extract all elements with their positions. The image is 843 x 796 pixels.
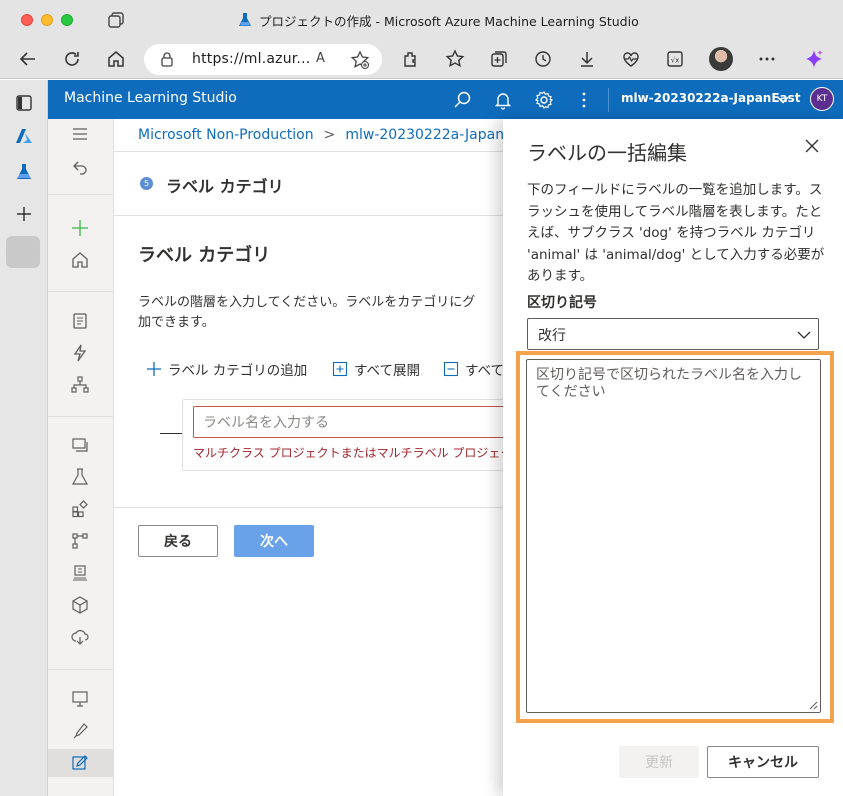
azure-tab-icon[interactable]	[12, 124, 36, 148]
plus-icon	[147, 362, 161, 376]
workspace-selector[interactable]: mlw-20230222a-JapanEast	[621, 91, 801, 105]
components-icon[interactable]	[69, 498, 91, 520]
models-cube-icon[interactable]	[69, 594, 91, 616]
history-icon[interactable]	[532, 48, 554, 70]
chevron-down-icon[interactable]	[776, 93, 790, 107]
breadcrumb-item[interactable]: Microsoft Non-Production	[138, 127, 314, 143]
chevron-down-icon	[797, 331, 811, 339]
step-number-badge: 5	[140, 177, 153, 190]
back-button[interactable]: 戻る	[138, 525, 218, 557]
reload-icon[interactable]	[61, 48, 83, 70]
collapse-all-button[interactable]: すべて	[443, 357, 503, 381]
automated-ml-icon[interactable]	[69, 342, 91, 364]
app-brand[interactable]: Machine Learning Studio	[64, 90, 237, 106]
flask-icon	[239, 13, 251, 26]
home-nav-icon[interactable]	[69, 249, 91, 271]
notifications-icon[interactable]	[493, 90, 513, 110]
add-favorite-icon[interactable]	[350, 50, 370, 70]
breadcrumb: Microsoft Non-Production > mlw-20230222a-J…	[138, 127, 503, 143]
lock-icon	[161, 52, 173, 67]
browser-toolbar: https://ml.azur... A √x	[0, 40, 843, 79]
close-window-button[interactable]	[21, 14, 33, 26]
home-icon[interactable]	[105, 48, 127, 70]
tree-connector	[160, 433, 182, 434]
separator-selected-value: 改行	[538, 328, 566, 344]
update-button[interactable]: 更新	[619, 746, 699, 778]
back-icon[interactable]	[17, 48, 39, 70]
new-tab-icon[interactable]	[12, 202, 36, 226]
data-labeling-icon[interactable]	[69, 434, 91, 456]
linked-services-icon[interactable]	[69, 720, 91, 742]
search-icon[interactable]	[453, 90, 473, 110]
window-title: プロジェクトの作成 - Microsoft Azure Machine Lear…	[237, 10, 639, 30]
collections-icon[interactable]	[488, 48, 510, 70]
cancel-button[interactable]: キャンセル	[707, 746, 819, 778]
profile-avatar[interactable]	[709, 47, 733, 71]
panel-title: ラベルの一括編集	[527, 141, 687, 165]
minimize-window-button[interactable]	[41, 14, 53, 26]
ml-studio-tab-icon[interactable]	[12, 160, 36, 184]
close-icon[interactable]	[803, 137, 821, 155]
ml-header: Machine Learning Studio mlw-20230222a-Ja…	[48, 80, 843, 119]
designer-icon[interactable]	[69, 374, 91, 396]
math-solver-icon[interactable]: √x	[664, 48, 686, 70]
separator-label: 区切り記号	[527, 295, 597, 311]
svg-text:√x: √x	[671, 57, 680, 65]
favorites-icon[interactable]	[444, 48, 466, 70]
data-labeling-edit-icon[interactable]	[69, 752, 91, 774]
maximize-window-button[interactable]	[61, 14, 73, 26]
create-new-icon[interactable]	[69, 217, 91, 239]
next-button[interactable]: 次へ	[234, 525, 314, 557]
endpoints-icon[interactable]	[69, 626, 91, 648]
notebooks-icon[interactable]	[69, 310, 91, 332]
label-error-message: マルチクラス プロジェクトまたはマルチラベル プロジェク	[193, 446, 503, 460]
jobs-flask-icon[interactable]	[69, 466, 91, 488]
header-divider	[608, 88, 609, 112]
more-icon[interactable]	[756, 48, 778, 70]
undo-back-icon[interactable]	[69, 156, 91, 178]
user-avatar[interactable]: KT	[810, 87, 834, 111]
bulk-edit-labels-panel: ラベルの一括編集 下のフィールドにラベルの一覧を追加します。スラッシュを使用して…	[503, 119, 843, 796]
ml-left-nav	[48, 119, 114, 796]
settings-gear-icon[interactable]	[534, 90, 554, 110]
tab-actions-icon[interactable]	[107, 11, 125, 29]
expand-square-icon	[332, 361, 348, 377]
environments-icon[interactable]	[69, 562, 91, 584]
copilot-icon[interactable]	[803, 48, 825, 70]
wizard-main: Microsoft Non-Production > mlw-20230222a-J…	[114, 119, 503, 796]
expand-all-button[interactable]: すべて展開	[332, 357, 420, 381]
pipelines-icon[interactable]	[69, 530, 91, 552]
read-aloud-icon[interactable]: A	[316, 51, 325, 66]
add-label-category-button[interactable]: ラベル カテゴリの追加	[146, 357, 307, 381]
panel-description: 下のフィールドにラベルの一覧を追加します。スラッシュを使用してラベル階層を表しま…	[527, 182, 825, 284]
resize-grip-icon[interactable]	[808, 700, 818, 710]
hamburger-menu-icon[interactable]	[69, 123, 91, 145]
more-vertical-icon[interactable]	[574, 90, 594, 110]
downloads-icon[interactable]	[576, 48, 598, 70]
sidebar-toggle-icon[interactable]	[12, 91, 36, 115]
label-name-input[interactable]: ラベル名を入力する	[193, 406, 503, 438]
collapse-square-icon	[443, 361, 459, 377]
extensions-icon[interactable]	[400, 48, 422, 70]
section-title: ラベル カテゴリ	[138, 245, 271, 266]
browser-titlebar: プロジェクトの作成 - Microsoft Azure Machine Lear…	[0, 0, 843, 40]
active-tab-highlight	[6, 236, 40, 268]
step-title: ラベル カテゴリ	[166, 177, 284, 196]
separator-dropdown[interactable]: 改行	[527, 318, 819, 350]
address-bar[interactable]: https://ml.azur... A	[144, 44, 382, 75]
url-text[interactable]: https://ml.azur...	[192, 51, 310, 67]
health-icon[interactable]	[620, 48, 642, 70]
breadcrumb-item[interactable]: mlw-20230222a-JapanEast	[345, 127, 503, 143]
section-description: ラベルの階層を入力してください。ラベルをカテゴリにグ 加できます。	[138, 295, 476, 330]
compute-icon[interactable]	[69, 688, 91, 710]
label-names-textarea[interactable]: 区切り記号で区切られたラベル名を入力してください	[526, 359, 821, 713]
breadcrumb-separator: >	[323, 127, 336, 143]
browser-vertical-tabs	[0, 80, 48, 796]
